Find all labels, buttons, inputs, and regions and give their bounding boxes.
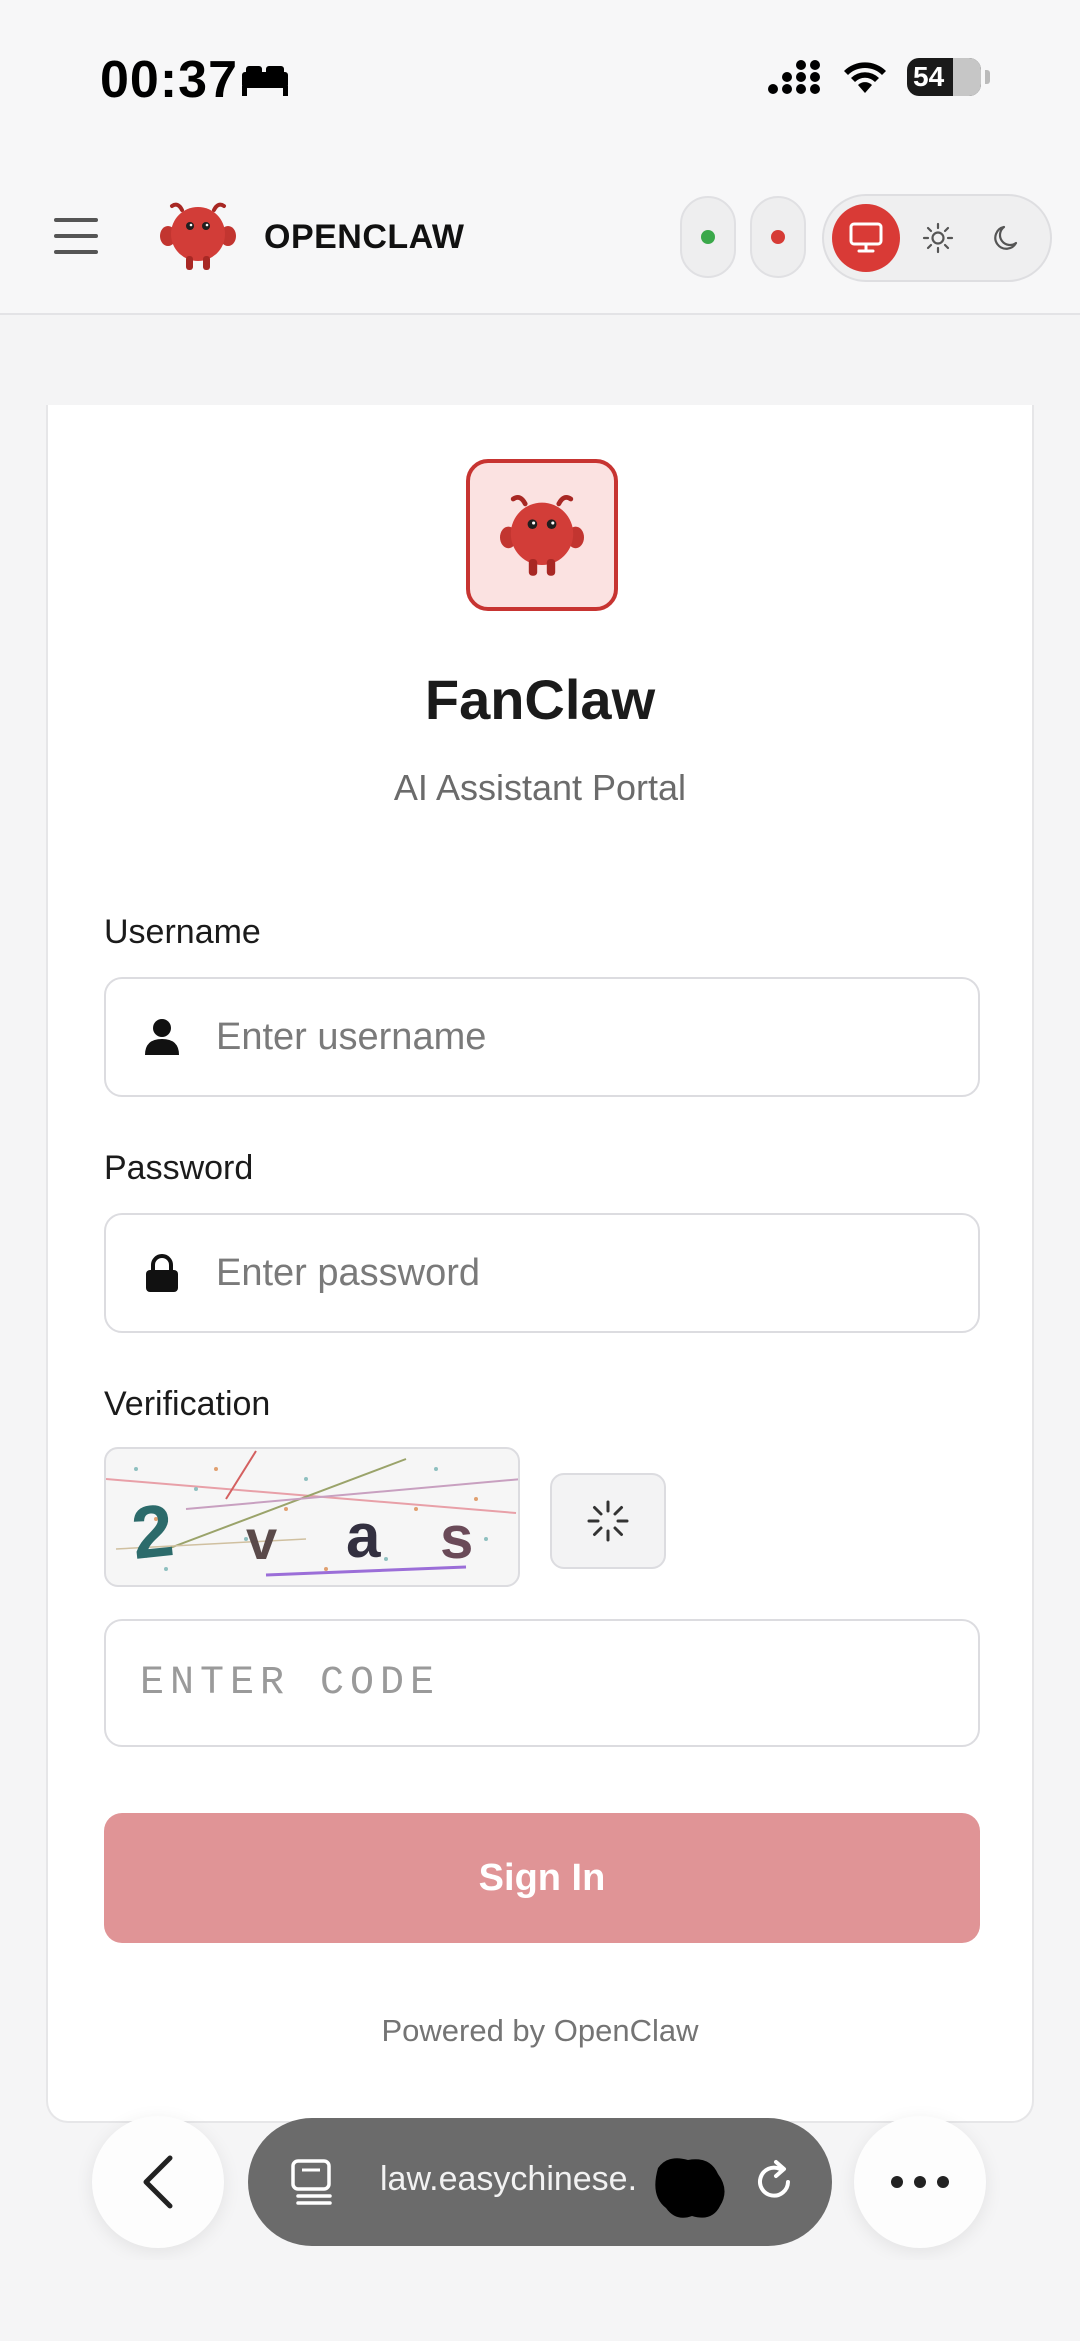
menu-icon[interactable] [54, 218, 98, 254]
browser-url-text: law.easychinese. [380, 2160, 638, 2198]
sun-icon [922, 222, 954, 254]
theme-system-button[interactable] [832, 204, 900, 272]
error-status-indicator[interactable] [750, 196, 806, 278]
captcha-char: s [440, 1504, 474, 1571]
status-bar: 00:37 54 [0, 0, 1080, 160]
username-field-container [104, 977, 980, 1097]
theme-dark-button[interactable] [974, 204, 1042, 272]
fanclaw-mascot-icon [500, 495, 584, 576]
page-title: FanClaw [424, 668, 656, 731]
battery-icon: 54 [907, 58, 981, 96]
lock-icon [146, 1254, 178, 1292]
browser-more-button[interactable] [854, 2116, 986, 2248]
verification-label: Verification [104, 1385, 271, 1423]
bed-icon [242, 66, 288, 96]
signal-icon [768, 60, 820, 94]
username-label: Username [104, 913, 261, 951]
verification-code-input[interactable] [140, 1621, 940, 1745]
reload-icon[interactable] [750, 2158, 798, 2206]
captcha-char: a [346, 1502, 381, 1571]
password-label: Password [104, 1149, 254, 1187]
wifi-icon [844, 62, 886, 93]
password-field-container [104, 1213, 980, 1333]
app-logo [466, 459, 618, 611]
browser-back-button[interactable] [92, 2116, 224, 2248]
status-dot-red [771, 230, 785, 244]
more-horizontal-icon [891, 2176, 949, 2188]
header-spacer [0, 315, 1080, 410]
brand-name: OPENCLAW [264, 218, 465, 256]
page-subtitle: AI Assistant Portal [393, 767, 687, 808]
captcha-char: 2 [127, 1488, 178, 1575]
status-time: 00:37 [100, 51, 238, 109]
redaction-blot [655, 2158, 725, 2218]
user-icon [145, 1019, 179, 1055]
moon-icon [994, 225, 1018, 250]
login-card: FanClaw AI Assistant Portal Username Pas… [46, 405, 1034, 2123]
theme-light-button[interactable] [904, 204, 972, 272]
chevron-left-icon [143, 2155, 173, 2209]
app-header: OPENCLAW [0, 160, 1080, 315]
openclaw-logo-icon[interactable] [158, 196, 238, 276]
code-field-container [104, 1619, 980, 1747]
loading-spinner-icon [587, 1500, 629, 1542]
tabs-icon [291, 2159, 332, 2205]
sign-in-button[interactable]: Sign In [104, 1813, 980, 1943]
powered-by-footer: Powered by OpenClaw [381, 2013, 699, 2048]
password-input[interactable] [216, 1215, 956, 1331]
captcha-refresh-button[interactable] [550, 1473, 666, 1569]
monitor-icon [849, 222, 883, 253]
username-input[interactable] [216, 979, 956, 1095]
bottom-safe-area [0, 2260, 1080, 2341]
theme-switcher [822, 194, 1052, 282]
captcha-image[interactable]: 2 v a s [104, 1447, 520, 1587]
browser-url-bar[interactable]: law.easychinese. [248, 2118, 832, 2246]
battery-level: 54 [913, 61, 945, 92]
status-dot-green [701, 230, 715, 244]
captcha-char: v [246, 1508, 278, 1571]
connection-status-indicator[interactable] [680, 196, 736, 278]
battery-tip [985, 70, 990, 84]
